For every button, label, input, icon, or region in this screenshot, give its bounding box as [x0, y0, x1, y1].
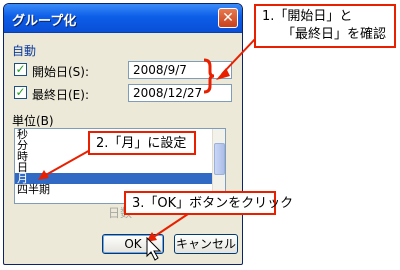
callout-2: 2.「月」に設定	[88, 131, 196, 155]
callout-1-line-2: 「最終日」を確認	[282, 27, 387, 42]
arrow-line-2	[43, 148, 93, 177]
callout-1: 1.「開始日」と 「最終日」を確認	[254, 4, 396, 48]
arrow-line-1	[221, 37, 257, 75]
callout-1-line-1: 1.「開始日」と	[262, 9, 353, 24]
mouse-cursor-icon	[146, 236, 162, 261]
bracket-mark	[203, 58, 215, 94]
callout-3: 3.「OK」ボタンをクリック	[124, 191, 293, 215]
arrowhead-1	[216, 68, 230, 80]
